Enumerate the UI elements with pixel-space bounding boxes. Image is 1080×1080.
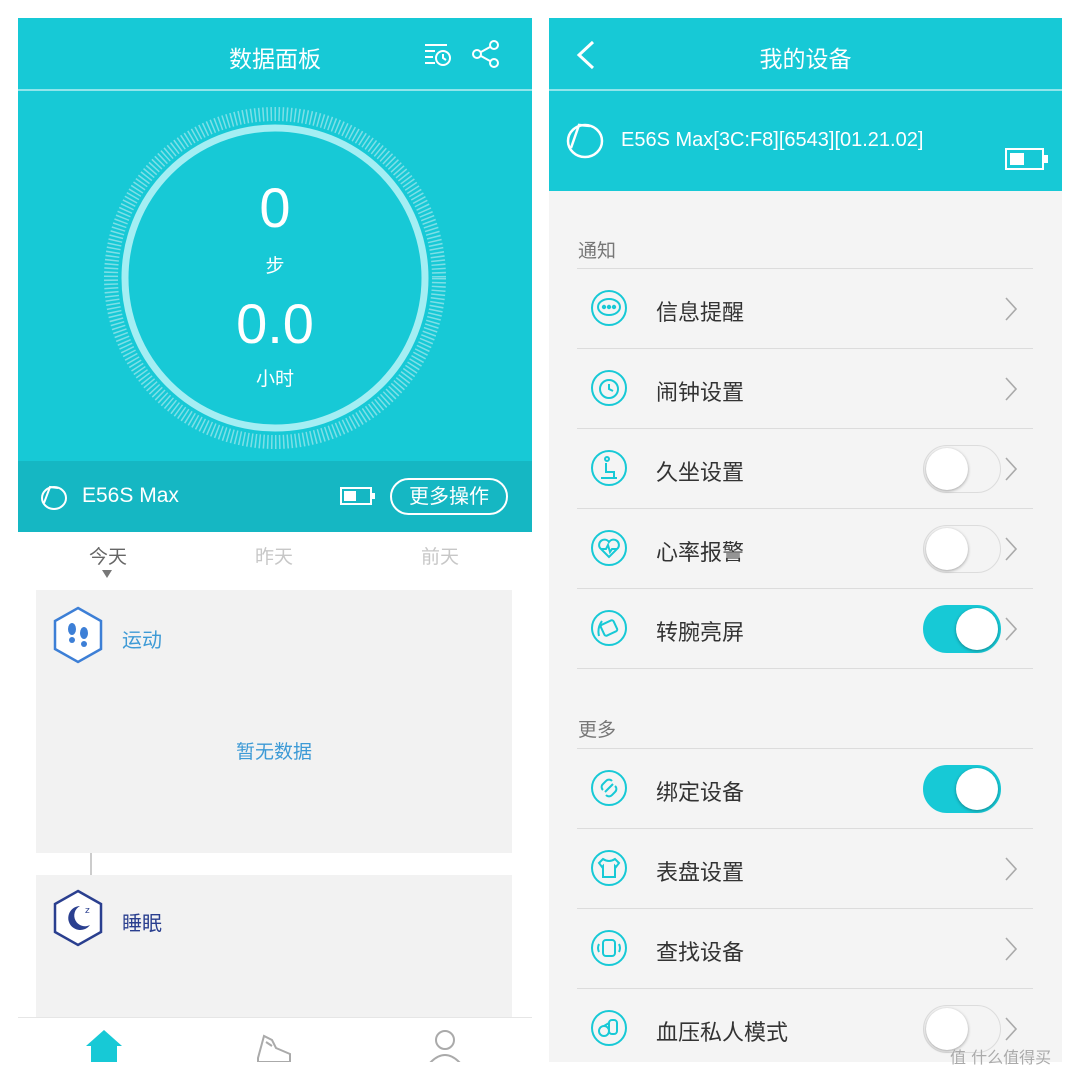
sleep-moon-icon: z xyxy=(53,889,103,947)
steps-unit: 步 xyxy=(265,255,285,277)
settings-row[interactable]: 闹钟设置 xyxy=(577,348,1033,428)
chevron-right-icon xyxy=(1005,457,1018,481)
settings-row-label: 心率报警 xyxy=(656,541,745,566)
home-icon[interactable] xyxy=(84,1028,124,1062)
bottom-tab-bar xyxy=(18,1017,532,1062)
settings-row-label: 绑定设备 xyxy=(656,781,745,806)
blood-pressure-icon xyxy=(591,1010,627,1046)
band-icon xyxy=(566,123,604,159)
toggle-knob xyxy=(956,608,998,650)
settings-row[interactable]: 心率报警 xyxy=(577,508,1033,588)
chevron-right-icon xyxy=(1005,297,1018,321)
chevron-right-icon xyxy=(1005,617,1018,641)
section-more: 更多 xyxy=(578,719,617,741)
toggle-knob xyxy=(926,528,968,570)
toggle-knob xyxy=(956,768,998,810)
chevron-right-icon xyxy=(1005,857,1018,881)
message-icon xyxy=(591,290,627,326)
hours-value: 0.0 xyxy=(236,292,314,355)
settings-row-label: 转腕亮屏 xyxy=(656,621,745,646)
toggle-switch[interactable] xyxy=(923,525,1001,573)
toggle-switch[interactable] xyxy=(923,445,1001,493)
timeline-connector xyxy=(90,853,92,875)
sport-title: 运动 xyxy=(122,628,162,652)
day-selector: 今天 昨天 前天 xyxy=(18,532,532,590)
steps-value: 0 xyxy=(259,176,291,239)
settings-row[interactable]: 转腕亮屏 xyxy=(577,588,1033,668)
settings-row-label: 信息提醒 xyxy=(656,301,745,326)
shirt-icon xyxy=(591,850,627,886)
section-notify: 通知 xyxy=(578,240,617,262)
battery-icon xyxy=(1005,148,1048,170)
activity-ring-panel: 0 步 0.0 小时 xyxy=(18,91,532,479)
find-device-icon xyxy=(591,930,627,966)
share-icon[interactable] xyxy=(470,38,502,70)
settings-row[interactable]: 表盘设置 xyxy=(577,828,1033,908)
tab-day-before[interactable]: 前天 xyxy=(390,542,490,569)
sedentary-icon xyxy=(591,450,627,486)
sport-card[interactable]: 运动 暂无数据 xyxy=(36,590,512,853)
list-divider xyxy=(577,668,1033,669)
svg-text:z: z xyxy=(85,906,90,916)
settings-row-label: 闹钟设置 xyxy=(656,381,745,406)
settings-row-label: 血压私人模式 xyxy=(656,1021,789,1046)
settings-row-label: 表盘设置 xyxy=(656,861,745,886)
device-info-bar: E56S Max[3C:F8][6543][01.21.02] xyxy=(549,91,1062,191)
toggle-knob xyxy=(926,448,968,490)
band-icon xyxy=(41,485,67,510)
page-title: 数据面板 xyxy=(229,47,321,73)
tab-today[interactable]: 今天 xyxy=(58,542,158,569)
more-actions-button[interactable]: 更多操作 xyxy=(390,478,508,515)
heart-rate-icon xyxy=(591,530,627,566)
dashboard-screen: 数据面板 0 步 0.0 小时 E56S Max 更多操作 今天 昨天 前天 运… xyxy=(18,18,532,1062)
chevron-right-icon xyxy=(1005,377,1018,401)
activity-ring: 0 步 0.0 小时 xyxy=(102,105,448,451)
settings-row-label: 久坐设置 xyxy=(656,461,745,486)
my-device-screen: 我的设备 E56S Max[3C:F8][6543][01.21.02] 通知 … xyxy=(549,18,1062,1062)
toggle-switch[interactable] xyxy=(923,765,1001,813)
hours-unit: 小时 xyxy=(255,368,294,390)
sleep-title: 睡眠 xyxy=(122,911,162,935)
device-name: E56S Max xyxy=(82,484,179,507)
watermark: 值 什么值得买 xyxy=(950,1048,1052,1067)
history-list-icon[interactable] xyxy=(421,38,453,70)
wrist-turn-icon xyxy=(591,610,627,646)
sleep-card[interactable]: z 睡眠 xyxy=(36,875,512,1025)
alarm-clock-icon xyxy=(591,370,627,406)
settings-row[interactable]: 久坐设置 xyxy=(577,428,1033,508)
dashboard-header: 数据面板 xyxy=(18,18,532,90)
chevron-right-icon xyxy=(1005,1017,1018,1041)
settings-row[interactable]: 绑定设备 xyxy=(577,748,1033,828)
chevron-right-icon xyxy=(1005,937,1018,961)
battery-icon xyxy=(340,487,375,505)
device-bar: E56S Max 更多操作 xyxy=(18,461,532,532)
tab-yesterday[interactable]: 昨天 xyxy=(224,542,324,569)
link-icon xyxy=(591,770,627,806)
profile-icon[interactable] xyxy=(425,1028,465,1062)
chevron-right-icon xyxy=(1005,537,1018,561)
device-header: 我的设备 xyxy=(549,18,1062,90)
settings-row-label: 查找设备 xyxy=(656,941,745,966)
footprints-icon xyxy=(53,606,103,664)
settings-row[interactable]: 信息提醒 xyxy=(577,268,1033,348)
page-title: 我的设备 xyxy=(759,47,852,73)
no-data-text: 暂无数据 xyxy=(235,741,312,763)
device-id-label: E56S Max[3C:F8][6543][01.21.02] xyxy=(621,129,924,151)
selected-indicator xyxy=(102,570,112,578)
toggle-switch[interactable] xyxy=(923,605,1001,653)
shoe-icon[interactable] xyxy=(254,1028,294,1062)
settings-row[interactable]: 查找设备 xyxy=(577,908,1033,988)
